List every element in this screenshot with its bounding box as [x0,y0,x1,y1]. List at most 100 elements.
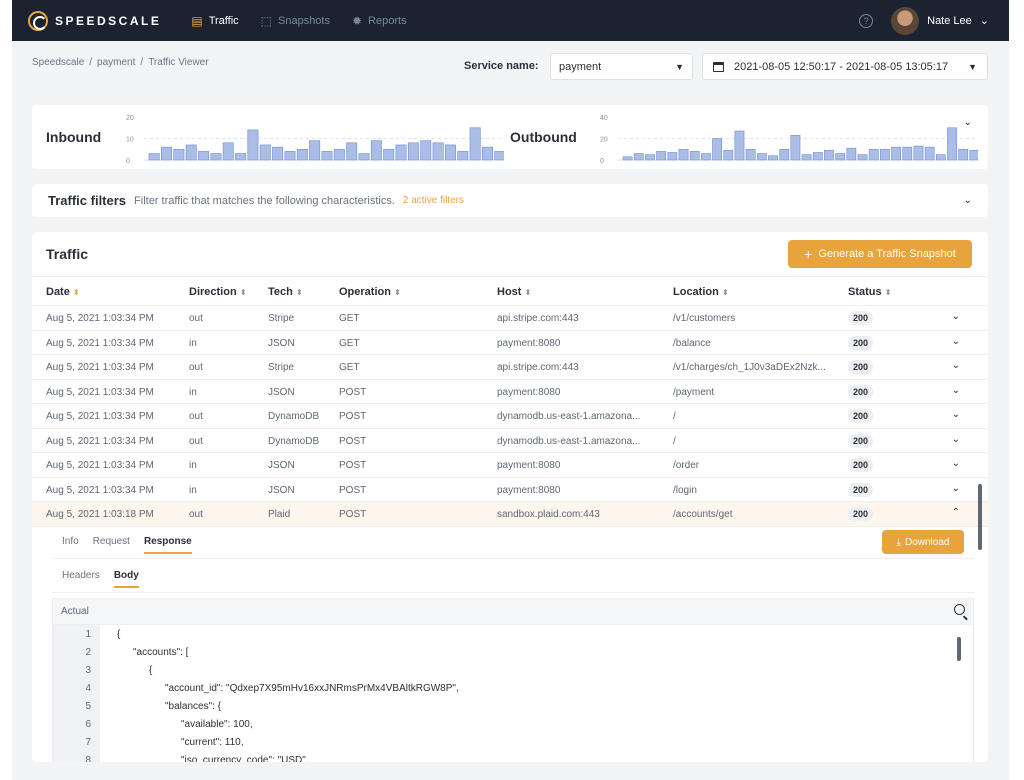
table-row[interactable]: Aug 5, 2021 1:03:34 PM out DynamoDB POST dyn… [32,429,988,453]
outbound-bar[interactable] [667,152,678,161]
column-header-host[interactable]: Host ⬍ [497,286,531,298]
outbound-bar[interactable] [835,153,846,161]
outbound-bar[interactable] [935,154,946,161]
inbound-bar[interactable] [296,148,308,161]
search-icon[interactable] [954,604,965,615]
chevron-down-icon[interactable]: ⌄ [952,336,960,347]
table-row[interactable]: Aug 5, 2021 1:03:34 PM in JSON POST payment:… [32,478,988,502]
chevron-down-icon[interactable]: ⌄ [952,360,960,371]
inbound-bar[interactable] [444,144,456,161]
brand-logo[interactable]: SPEEDSCALE [28,10,161,31]
breadcrumb-item[interactable]: payment [97,57,135,68]
chevron-down-icon[interactable]: ⌄ [952,458,960,469]
outbound-bar[interactable] [902,146,913,161]
table-row[interactable]: Aug 5, 2021 1:03:34 PM in JSON POST payment:… [32,453,988,478]
chevron-down-icon[interactable]: ⌄ [952,409,960,420]
chevron-down-icon[interactable]: ⌄ [964,195,972,206]
column-header-status[interactable]: Status ⬍ [848,286,891,298]
inbound-bar[interactable] [309,140,321,161]
table-row[interactable]: Aug 5, 2021 1:03:34 PM out Stripe GET api.st… [32,355,988,380]
outbound-bar[interactable] [846,147,857,161]
column-header-operation[interactable]: Operation ⬍ [339,286,401,298]
outbound-bar[interactable] [913,145,924,161]
inbound-bar[interactable] [185,144,197,161]
outbound-bar[interactable] [868,148,879,161]
inbound-bar[interactable] [259,144,271,161]
outbound-bar[interactable] [701,153,711,161]
inbound-bar[interactable] [235,153,247,161]
table-row[interactable]: Aug 5, 2021 1:03:34 PM in JSON GET payment:8… [32,331,988,355]
outbound-bar[interactable] [857,154,868,161]
download-button[interactable]: ⤓ Download [882,530,964,554]
inbound-bar[interactable] [161,146,172,161]
table-scrollbar[interactable] [978,484,982,550]
inbound-bar[interactable] [346,142,358,161]
inbound-bar[interactable] [210,153,222,161]
body-code-editor[interactable]: Actual 1 {2 "accounts": [3 {4 "account_id": … [52,598,974,762]
outbound-bar[interactable] [790,134,801,161]
outbound-bar[interactable] [924,146,935,161]
nav-item-traffic[interactable]: ▤ Traffic [191,14,238,28]
outbound-bar[interactable] [723,150,734,161]
inbound-bar[interactable] [173,148,185,161]
outbound-bar[interactable] [734,130,745,161]
inbound-bar[interactable] [358,153,370,161]
table-row[interactable]: Aug 5, 2021 1:03:34 PM out Stripe GET api.st… [32,306,988,331]
outbound-bar[interactable] [801,154,812,161]
inbound-bar[interactable] [469,127,481,161]
editor-scrollbar[interactable] [957,637,961,661]
outbound-bar[interactable] [656,151,667,161]
traffic-filters-card[interactable]: Traffic filters Filter traffic that matc… [32,184,988,217]
outbound-bar[interactable] [756,153,767,161]
tab-response[interactable]: Response [143,536,192,554]
inbound-bar[interactable] [148,153,160,161]
column-header-direction[interactable]: Direction ⬍ [189,286,246,298]
inbound-bar[interactable] [395,144,407,161]
user-menu[interactable]: Nate Lee ⌄ [891,6,989,35]
inbound-bar[interactable] [370,140,382,161]
outbound-bar[interactable] [622,156,633,161]
chevron-down-icon[interactable]: ⌄ [952,311,960,322]
chevron-up-icon[interactable]: ⌃ [952,507,960,518]
help-icon[interactable]: ? [859,13,874,28]
chevron-down-icon[interactable]: ⌄ [952,385,960,396]
table-row[interactable]: Aug 5, 2021 1:03:34 PM out DynamoDB POST dyn… [32,404,988,429]
inbound-bar[interactable] [432,142,444,161]
outbound-bar[interactable] [969,150,978,161]
outbound-bar[interactable] [689,151,700,161]
inbound-bar[interactable] [284,151,296,161]
inbound-bar[interactable] [457,151,469,161]
outbound-bar[interactable] [633,153,644,161]
outbound-bar[interactable] [947,127,957,161]
outbound-bar[interactable] [880,148,890,161]
generate-snapshot-button[interactable]: + Generate a Traffic Snapshot [788,240,972,268]
column-header-location[interactable]: Location ⬍ [673,286,729,298]
inbound-bar[interactable] [222,142,234,161]
outbound-bar[interactable] [712,138,722,161]
inbound-bar[interactable] [198,151,210,161]
inbound-bar[interactable] [272,146,284,161]
nav-item-reports[interactable]: ✹ Reports [352,14,407,28]
tab-request[interactable]: Request [93,536,130,554]
chevron-down-icon[interactable]: ⌄ [952,434,960,445]
outbound-bar[interactable] [824,150,834,161]
inbound-bar[interactable] [383,148,395,161]
service-select[interactable]: payment ▼ [550,53,693,80]
table-row[interactable]: Aug 5, 2021 1:03:34 PM in JSON POST payment:… [32,380,988,404]
tab-info[interactable]: Info [62,536,79,554]
inbound-bar[interactable] [407,142,419,161]
outbound-bar[interactable] [958,148,969,161]
column-header-tech[interactable]: Tech ⬍ [268,286,303,298]
nav-item-snapshots[interactable]: ⬚ Snapshots [261,14,330,28]
chevron-down-icon[interactable]: ⌄ [964,117,972,128]
column-header-date[interactable]: Date ⬍ [46,286,80,298]
active-filters-count[interactable]: 2 active filters [403,195,464,206]
tab-body[interactable]: Body [113,570,139,588]
outbound-bar[interactable] [678,148,689,161]
outbound-bar[interactable] [645,154,655,161]
inbound-bar[interactable] [321,151,333,161]
outbound-bar[interactable] [768,155,778,161]
breadcrumb-item[interactable]: Speedscale [32,57,84,68]
inbound-bar[interactable] [333,148,345,161]
date-range-picker[interactable]: 2021-08-05 12:50:17 - 2021-08-05 13:05:1… [702,53,988,80]
